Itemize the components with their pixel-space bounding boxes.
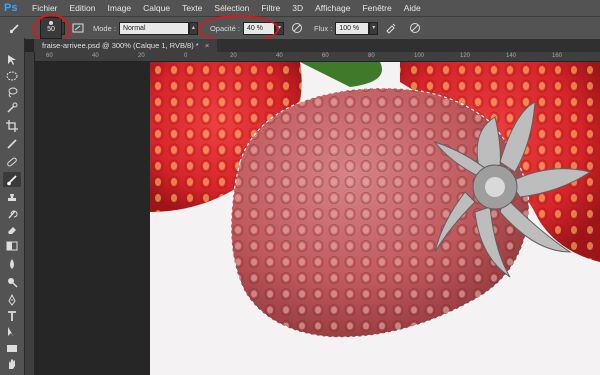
- airbrush-icon[interactable]: [384, 21, 398, 35]
- dodge-tool-icon[interactable]: [3, 274, 21, 289]
- ruler-tick: 0: [184, 53, 188, 59]
- brush-panel-icon[interactable]: [71, 21, 85, 35]
- gradient-tool-icon[interactable]: [3, 238, 21, 253]
- mode-select[interactable]: Normal: [118, 21, 189, 35]
- path-selection-tool-icon[interactable]: [3, 324, 21, 339]
- blur-tool-icon[interactable]: [3, 256, 21, 271]
- document-canvas[interactable]: [34, 62, 600, 375]
- ruler-tick: 60: [46, 53, 53, 59]
- ruler-tick: 120: [460, 53, 471, 59]
- ruler-tick: 20: [230, 53, 237, 59]
- healing-brush-tool-icon[interactable]: [3, 154, 21, 169]
- type-tool-icon[interactable]: [3, 308, 21, 323]
- hand-tool-icon[interactable]: [3, 356, 21, 371]
- flow-label: Flux :: [313, 23, 333, 33]
- options-bar: ▾ Mode : Normal ▴ Opacité : 40 % ▾ Flux …: [0, 16, 600, 40]
- flow-field[interactable]: 100 %: [335, 21, 370, 35]
- rectangle-tool-icon[interactable]: [3, 340, 21, 355]
- pen-tool-icon[interactable]: [3, 292, 21, 307]
- ruler-tick: 20: [138, 53, 145, 59]
- menu-selection[interactable]: Sélection: [208, 3, 255, 13]
- menu-3d[interactable]: 3D: [286, 3, 309, 13]
- flow-dropdown-arrow[interactable]: ▾: [369, 21, 379, 35]
- quick-select-tool-icon[interactable]: [3, 100, 21, 115]
- ruler-tick: 60: [322, 53, 329, 59]
- document-tab-title: fraise-arrivee.psd @ 300% (Calque 1, RVB…: [42, 41, 199, 50]
- brush-tool-icon[interactable]: [3, 172, 21, 187]
- history-brush-tool-icon[interactable]: [3, 206, 21, 221]
- menu-bar: Ps Fichier Edition Image Calque Texte Sé…: [0, 0, 600, 16]
- mode-label: Mode :: [93, 23, 116, 33]
- eyedropper-tool-icon[interactable]: [3, 136, 21, 151]
- menu-filtre[interactable]: Filtre: [255, 3, 286, 13]
- eraser-tool-icon[interactable]: [3, 222, 21, 237]
- marquee-tool-icon[interactable]: [3, 68, 21, 83]
- menu-fenetre[interactable]: Fenêtre: [356, 3, 397, 13]
- document-tab-bar: fraise-arrivee.psd @ 300% (Calque 1, RVB…: [34, 39, 600, 52]
- document-tab[interactable]: fraise-arrivee.psd @ 300% (Calque 1, RVB…: [34, 39, 218, 52]
- brush-tool-preset-icon[interactable]: [8, 21, 22, 35]
- move-tool-icon[interactable]: [3, 52, 21, 67]
- ruler-tick: 100: [414, 53, 425, 59]
- ruler-horizontal: 60 40 20 0 20 40 60 80 100 120 140 160: [34, 52, 600, 62]
- menu-fichier[interactable]: Fichier: [26, 3, 64, 13]
- menu-affichage[interactable]: Affichage: [309, 3, 356, 13]
- ruler-tick: 40: [92, 53, 99, 59]
- mode-dropdown-arrow[interactable]: ▴: [188, 21, 198, 35]
- tools-panel: [0, 38, 25, 375]
- opacity-pressure-icon[interactable]: [290, 21, 304, 35]
- size-pressure-icon[interactable]: [408, 21, 422, 35]
- lasso-tool-icon[interactable]: [3, 84, 21, 99]
- ruler-tick: 160: [552, 53, 563, 59]
- ruler-tick: 40: [276, 53, 283, 59]
- menu-calque[interactable]: Calque: [137, 3, 176, 13]
- menu-edition[interactable]: Edition: [64, 3, 102, 13]
- photoshop-logo: Ps: [4, 2, 18, 14]
- ruler-tick: 80: [368, 53, 375, 59]
- crop-tool-icon[interactable]: [3, 118, 21, 133]
- menu-aide[interactable]: Aide: [398, 3, 427, 13]
- clone-stamp-tool-icon[interactable]: [3, 190, 21, 205]
- menu-image[interactable]: Image: [102, 3, 138, 13]
- ruler-tick: 140: [506, 53, 517, 59]
- menu-texte[interactable]: Texte: [176, 3, 208, 13]
- strawberry-photo: [150, 62, 600, 375]
- close-icon[interactable]: ×: [205, 41, 209, 50]
